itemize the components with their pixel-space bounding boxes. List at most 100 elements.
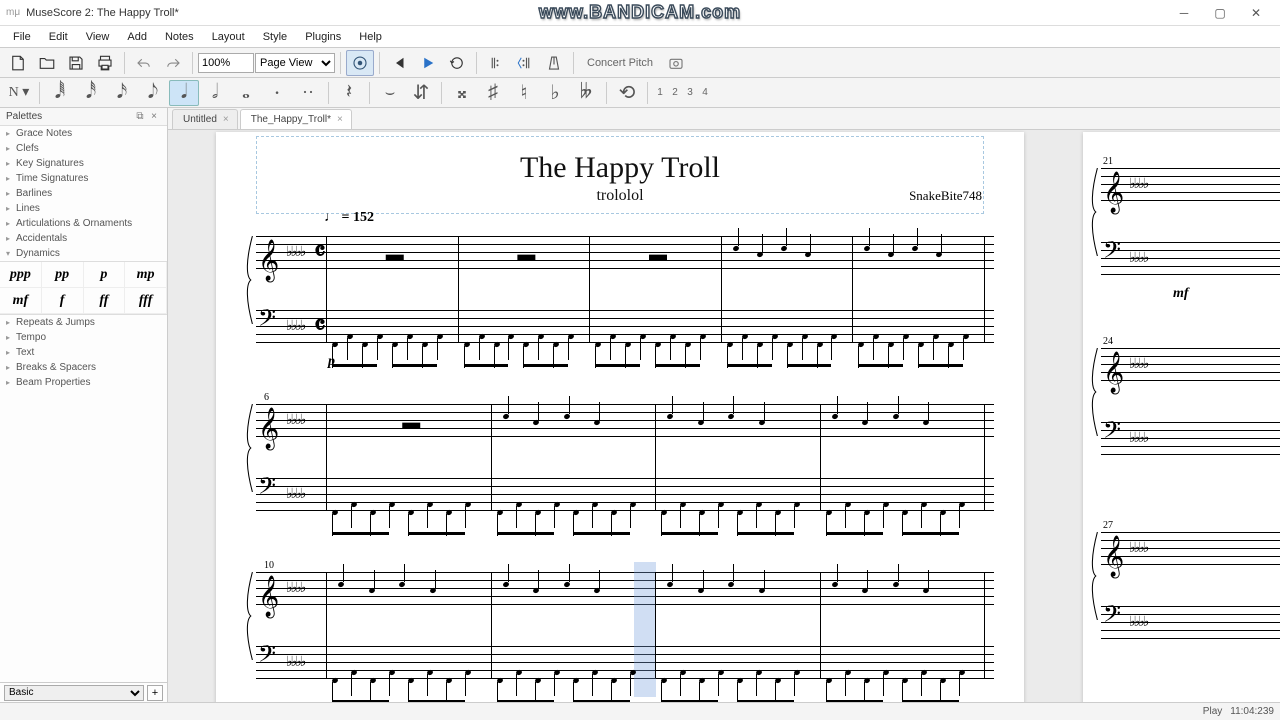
tempo-marking[interactable]: ♩ = 152	[324, 210, 374, 226]
palette-add-button[interactable]: +	[147, 685, 163, 701]
score-composer[interactable]: SnakeBite748	[909, 188, 982, 204]
palette-time-signatures[interactable]: ▸Time Signatures	[0, 171, 167, 186]
palette-tempo[interactable]: ▸Tempo	[0, 330, 167, 345]
palette-text[interactable]: ▸Text	[0, 345, 167, 360]
loop-button[interactable]	[443, 50, 471, 76]
window-title: MuseScore 2: The Happy Troll*	[26, 7, 179, 19]
music-system-1[interactable]: 𝄞 ♭♭♭♭ 𝄴 𝄢 ♭♭♭♭ 𝄴 p ▬▬▬	[256, 236, 994, 344]
menu-edit[interactable]: Edit	[40, 29, 77, 45]
dynamics-grid: ppp pp p mp mf f ff fff	[0, 261, 167, 315]
palette-detach-icon[interactable]: ⧉	[133, 111, 147, 122]
duration-half[interactable]: 𝅗𝅥	[200, 80, 230, 106]
tie-button[interactable]: ⌣	[375, 80, 405, 106]
metronome-button[interactable]	[540, 50, 568, 76]
duration-16th[interactable]: 𝅘𝅥𝅯	[107, 80, 137, 106]
menu-notes[interactable]: Notes	[156, 29, 203, 45]
music-system-5[interactable]: 𝄞♭♭♭♭ 𝄢♭♭♭♭	[1101, 348, 1280, 456]
palette-clefs[interactable]: ▸Clefs	[0, 141, 167, 156]
palette-accidentals[interactable]: ▸Accidentals	[0, 231, 167, 246]
duration-dot[interactable]: ·	[262, 80, 292, 106]
play-button[interactable]	[414, 50, 442, 76]
undo-button[interactable]	[130, 50, 158, 76]
dynamic-ppp[interactable]: ppp	[0, 262, 42, 288]
natural-button[interactable]: ♮	[509, 80, 539, 106]
menu-file[interactable]: File	[4, 29, 40, 45]
tab-untitled[interactable]: Untitled×	[172, 109, 238, 129]
rewind-button[interactable]	[385, 50, 413, 76]
redo-button[interactable]	[159, 50, 187, 76]
dynamic-mf-mark[interactable]: mf	[1173, 286, 1189, 302]
score-title-frame[interactable]: The Happy Troll trololol	[256, 136, 984, 214]
view-mode-select[interactable]: Page View	[255, 53, 335, 73]
print-button[interactable]	[91, 50, 119, 76]
music-system-4[interactable]: 𝄞♭♭♭♭ 𝄢♭♭♭♭ mf	[1101, 168, 1280, 276]
dynamic-mp[interactable]: mp	[125, 262, 167, 288]
dynamic-fff[interactable]: fff	[125, 288, 167, 314]
dynamic-ff[interactable]: ff	[84, 288, 126, 314]
menu-style[interactable]: Style	[254, 29, 296, 45]
titlebar: mμ MuseScore 2: The Happy Troll* ─ ▢ ✕	[0, 0, 1280, 26]
voice-3[interactable]: 3	[683, 87, 697, 98]
sharp-button[interactable]: ♯	[478, 80, 508, 106]
palette-lines[interactable]: ▸Lines	[0, 201, 167, 216]
palette-key-signatures[interactable]: ▸Key Signatures	[0, 156, 167, 171]
palette-preset-select[interactable]: Basic	[4, 685, 144, 701]
menu-view[interactable]: View	[77, 29, 119, 45]
note-input-button[interactable]: N ▾	[4, 80, 34, 106]
repeat-end-button[interactable]	[511, 50, 539, 76]
dynamic-pp[interactable]: pp	[42, 262, 84, 288]
flip-button[interactable]: ⇵	[406, 80, 436, 106]
close-button[interactable]: ✕	[1238, 1, 1274, 25]
menu-add[interactable]: Add	[118, 29, 156, 45]
duration-quarter[interactable]: 𝅘𝅥	[169, 80, 199, 106]
rest-button[interactable]: 𝄽	[334, 80, 364, 106]
tab-close-icon[interactable]: ×	[337, 114, 343, 125]
tab-happy-troll[interactable]: The_Happy_Troll*×	[240, 109, 352, 129]
menu-layout[interactable]: Layout	[203, 29, 254, 45]
palette-barlines[interactable]: ▸Barlines	[0, 186, 167, 201]
duration-whole[interactable]: 𝅝	[231, 80, 261, 106]
music-system-2[interactable]: 𝄞♭♭♭♭ 𝄢♭♭♭♭ ▬	[256, 404, 994, 512]
duration-8th[interactable]: 𝅘𝅥𝅮	[138, 80, 168, 106]
music-system-6[interactable]: 𝄞♭♭♭♭ 𝄢♭♭♭♭	[1101, 532, 1280, 640]
dynamic-p[interactable]: p	[84, 262, 126, 288]
voice-4[interactable]: 4	[698, 87, 712, 98]
palette-repeats[interactable]: ▸Repeats & Jumps	[0, 315, 167, 330]
palette-beam[interactable]: ▸Beam Properties	[0, 375, 167, 390]
bar-number: 21	[1103, 156, 1113, 167]
repeat-start-button[interactable]	[482, 50, 510, 76]
palette-breaks[interactable]: ▸Breaks & Spacers	[0, 360, 167, 375]
duration-64th[interactable]: 𝅘𝅥𝅱	[45, 80, 75, 106]
tab-close-icon[interactable]: ×	[223, 114, 229, 125]
dynamic-mf[interactable]: mf	[0, 288, 42, 314]
palette-articulations[interactable]: ▸Articulations & Ornaments	[0, 216, 167, 231]
flip-stem-button[interactable]: ⟲	[612, 80, 642, 106]
palette-close-icon[interactable]: ×	[147, 111, 161, 122]
note-input-toggle[interactable]	[346, 50, 374, 76]
palette-title: Palettes	[6, 111, 42, 122]
score-canvas[interactable]: The Happy Troll trololol SnakeBite748 ♩ …	[168, 130, 1280, 702]
screenshot-button[interactable]	[662, 50, 690, 76]
concert-pitch-button[interactable]: Concert Pitch	[579, 57, 661, 69]
double-sharp-button[interactable]: 𝄪	[447, 80, 477, 106]
voice-1[interactable]: 1	[653, 87, 667, 98]
new-button[interactable]	[4, 50, 32, 76]
music-system-3[interactable]: 𝄞♭♭♭♭ 𝄢♭♭♭♭	[256, 572, 994, 680]
duration-double-dot[interactable]: ··	[293, 80, 323, 106]
voice-2[interactable]: 2	[668, 87, 682, 98]
menu-plugins[interactable]: Plugins	[296, 29, 350, 45]
palette-dynamics[interactable]: ▾Dynamics	[0, 246, 167, 261]
save-button[interactable]	[62, 50, 90, 76]
duration-32nd[interactable]: 𝅘𝅥𝅰	[76, 80, 106, 106]
score-title[interactable]: The Happy Troll	[257, 151, 983, 185]
dynamic-f[interactable]: f	[42, 288, 84, 314]
open-button[interactable]	[33, 50, 61, 76]
menu-help[interactable]: Help	[350, 29, 391, 45]
flat-button[interactable]: ♭	[540, 80, 570, 106]
palette-grace-notes[interactable]: ▸Grace Notes	[0, 126, 167, 141]
double-flat-button[interactable]: 𝄫	[571, 80, 601, 106]
zoom-input[interactable]	[198, 53, 254, 73]
minimize-button[interactable]: ─	[1166, 1, 1202, 25]
score-subtitle[interactable]: trololol	[257, 187, 983, 205]
maximize-button[interactable]: ▢	[1202, 1, 1238, 25]
